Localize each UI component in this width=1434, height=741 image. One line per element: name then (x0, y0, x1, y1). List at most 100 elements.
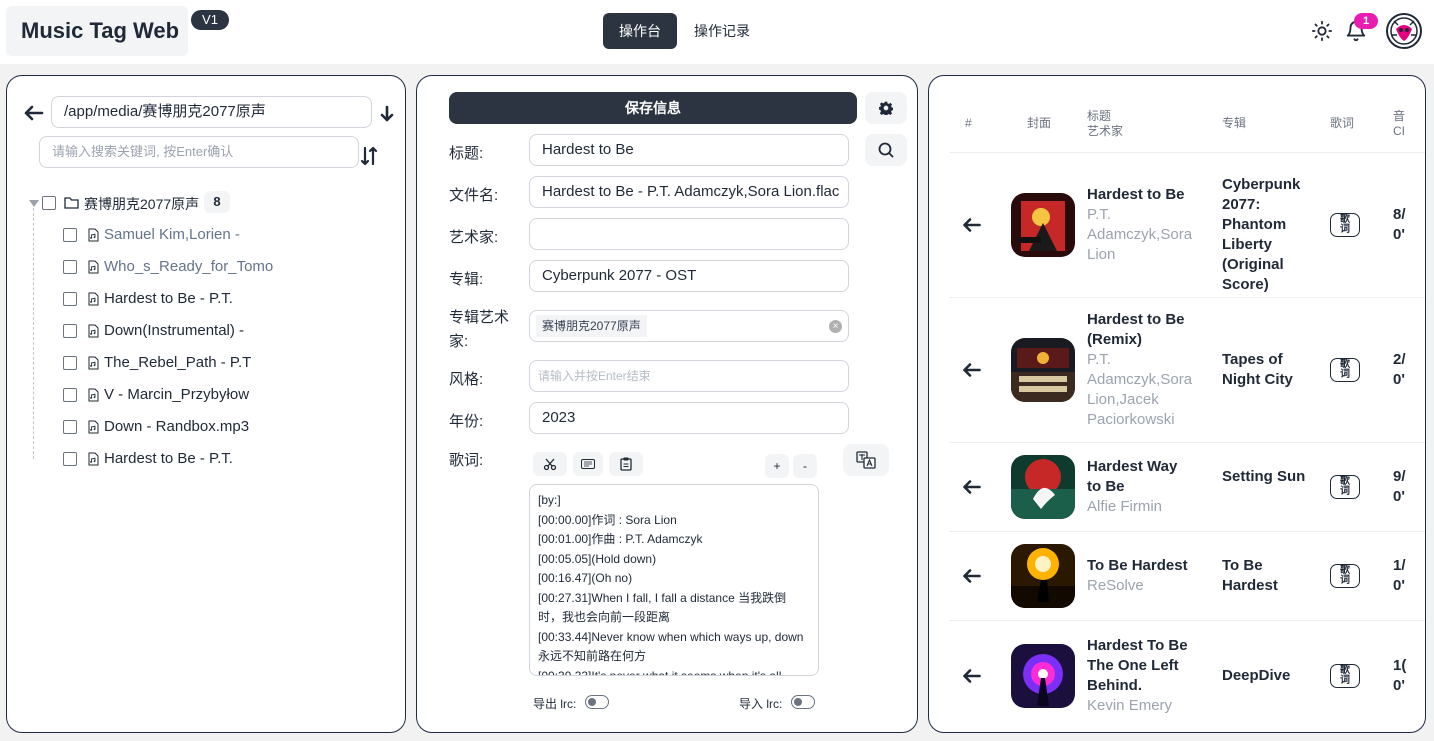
result-row[interactable]: Hardest to Be (Remix) P.T. Adamczyk,Sora … (929, 298, 1425, 442)
file-name: Down(Instrumental) - (104, 322, 245, 339)
apply-arrow-icon[interactable] (963, 569, 981, 583)
file-checkbox[interactable] (63, 356, 77, 370)
file-checkbox[interactable] (63, 388, 77, 402)
title-input[interactable]: Hardest to Be (529, 134, 849, 166)
result-row[interactable]: Hardest To Be The One Left Behind. Kevin … (929, 621, 1425, 731)
album-artist-label-1: 专辑艺术 (449, 309, 510, 326)
file-name: Samuel Kim,Lorien - (104, 226, 240, 243)
import-lrc-toggle[interactable] (791, 695, 815, 709)
album-cover (1011, 455, 1075, 519)
disc-total: 0' (1393, 677, 1405, 694)
save-button[interactable]: 保存信息 (449, 92, 857, 124)
file-checkbox[interactable] (63, 452, 77, 466)
back-arrow-icon[interactable] (24, 105, 44, 121)
album-cover (1011, 544, 1075, 608)
file-row[interactable]: Hardest to Be - P.T. (63, 287, 393, 311)
avatar[interactable] (1386, 13, 1422, 49)
year-input[interactable]: 2023 (529, 402, 849, 434)
lyric-line: [00:00.00]作词 : Sora Lion (538, 512, 677, 527)
file-audio-icon (88, 228, 99, 242)
lyrics-offset-plus-button[interactable]: + (765, 454, 789, 478)
apply-arrow-icon[interactable] (963, 363, 981, 377)
lyrics-badge[interactable]: 歌词 (1330, 358, 1360, 382)
file-checkbox[interactable] (63, 260, 77, 274)
lyrics-textarea[interactable]: [by:] [00:00.00]作词 : Sora Lion [00:01.00]作… (529, 484, 819, 676)
file-row[interactable]: Samuel Kim,Lorien - (63, 223, 393, 247)
file-audio-icon (88, 292, 99, 306)
lyrics-badge[interactable]: 歌词 (1330, 664, 1360, 688)
file-audio-icon (88, 452, 99, 466)
scissors-icon (543, 458, 557, 471)
album-artist-tag[interactable]: 赛博朋克2077原声 (536, 315, 647, 337)
genre-label: 风格: (449, 371, 484, 388)
folder-icon (64, 197, 79, 209)
file-row[interactable]: The_Rebel_Path - P.T (63, 351, 393, 375)
search-input[interactable]: 请输入搜索关键词, 按Enter确认 (39, 136, 359, 168)
sun-icon[interactable] (1311, 20, 1333, 42)
file-row[interactable]: V - Marcin_Przybyłow (63, 383, 393, 407)
song-artist: Alfie Firmin (1087, 498, 1163, 515)
tab-history[interactable]: 操作记录 (683, 13, 761, 49)
file-audio-icon (88, 324, 99, 338)
album-cover (1011, 644, 1075, 708)
album-input[interactable]: Cyberpunk 2077 - OST (529, 260, 849, 292)
col-index: # (965, 116, 972, 130)
song-title: Hardest to Be (Remix) (1087, 311, 1185, 348)
lyric-line: [00:01.00]作曲 : P.T. Adamczyk (538, 532, 703, 546)
file-name: V - Marcin_Przybyłow (104, 386, 250, 403)
apply-arrow-icon[interactable] (963, 480, 981, 494)
folder-checkbox[interactable] (42, 196, 56, 210)
sort-icon[interactable] (360, 146, 378, 166)
disc-total: 0' (1393, 226, 1405, 243)
lyrics-badge-char-2: 词 (1340, 675, 1350, 686)
disc-total: 0' (1393, 371, 1405, 388)
file-audio-icon (88, 356, 99, 370)
file-row[interactable]: Who_s_Ready_for_Tomo (63, 255, 393, 279)
download-icon[interactable] (380, 105, 394, 123)
lyric-line: [00:16.47](Oh no) (538, 571, 633, 585)
file-checkbox[interactable] (63, 292, 77, 306)
apply-arrow-icon[interactable] (963, 669, 981, 683)
lyrics-offset-minus-button[interactable]: - (793, 454, 817, 478)
file-checkbox[interactable] (63, 228, 77, 242)
cut-lyrics-button[interactable] (533, 452, 567, 476)
tag-icon (581, 459, 595, 469)
clear-icon[interactable]: × (829, 320, 842, 333)
song-artist: P.T. Adamczyk,Sora Lion (1087, 206, 1193, 263)
file-checkbox[interactable] (63, 420, 77, 434)
file-name: Hardest to Be - P.T. (104, 450, 233, 467)
brand-block[interactable]: Music Tag Web (6, 6, 188, 56)
disc-number: 2/ (1393, 351, 1406, 368)
artist-input[interactable] (529, 218, 849, 250)
file-row[interactable]: Down(Instrumental) - (63, 319, 393, 343)
caret-down-icon[interactable] (29, 200, 39, 207)
apply-arrow-icon[interactable] (963, 218, 981, 232)
result-row[interactable]: Hardest Way to Be Alfie Firmin Setting Sun… (929, 443, 1425, 531)
version-badge: V1 (191, 10, 229, 30)
genre-input[interactable]: 请输入并按Enter结束 (529, 360, 849, 392)
tag-lyrics-button[interactable] (573, 452, 603, 476)
filename-input[interactable]: Hardest to Be - P.T. Adamczyk,Sora Lion.… (529, 176, 849, 208)
paste-lyrics-button[interactable] (609, 452, 643, 476)
album-cover (1011, 193, 1075, 257)
artist-label: 艺术家: (449, 229, 499, 246)
settings-button[interactable] (865, 92, 907, 124)
album-artist-input[interactable]: 赛博朋克2077原声 × (529, 310, 849, 342)
disc-total: 0' (1393, 488, 1405, 505)
lyrics-badge[interactable]: 歌词 (1330, 564, 1360, 588)
row-separator (949, 297, 1425, 298)
path-input[interactable]: /app/media/赛博朋克2077原声 (51, 96, 372, 128)
result-row[interactable]: Hardest to Be P.T. Adamczyk,Sora Lion Cybe… (929, 153, 1425, 297)
translate-button[interactable] (843, 444, 889, 476)
file-row[interactable]: Hardest to Be - P.T. (63, 447, 393, 471)
lyrics-badge[interactable]: 歌词 (1330, 475, 1360, 499)
result-row[interactable]: To Be Hardest ReSolve To Be Hardest 歌词 1/0' (929, 532, 1425, 620)
export-lrc-toggle[interactable] (585, 695, 609, 709)
search-tag-button[interactable] (865, 134, 907, 166)
lyrics-badge[interactable]: 歌词 (1330, 213, 1360, 237)
clipboard-icon (620, 457, 632, 471)
tab-console[interactable]: 操作台 (603, 13, 677, 49)
file-row[interactable]: Down - Randbox.mp3 (63, 415, 393, 439)
file-checkbox[interactable] (63, 324, 77, 338)
lyrics-label: 歌词: (449, 452, 484, 469)
